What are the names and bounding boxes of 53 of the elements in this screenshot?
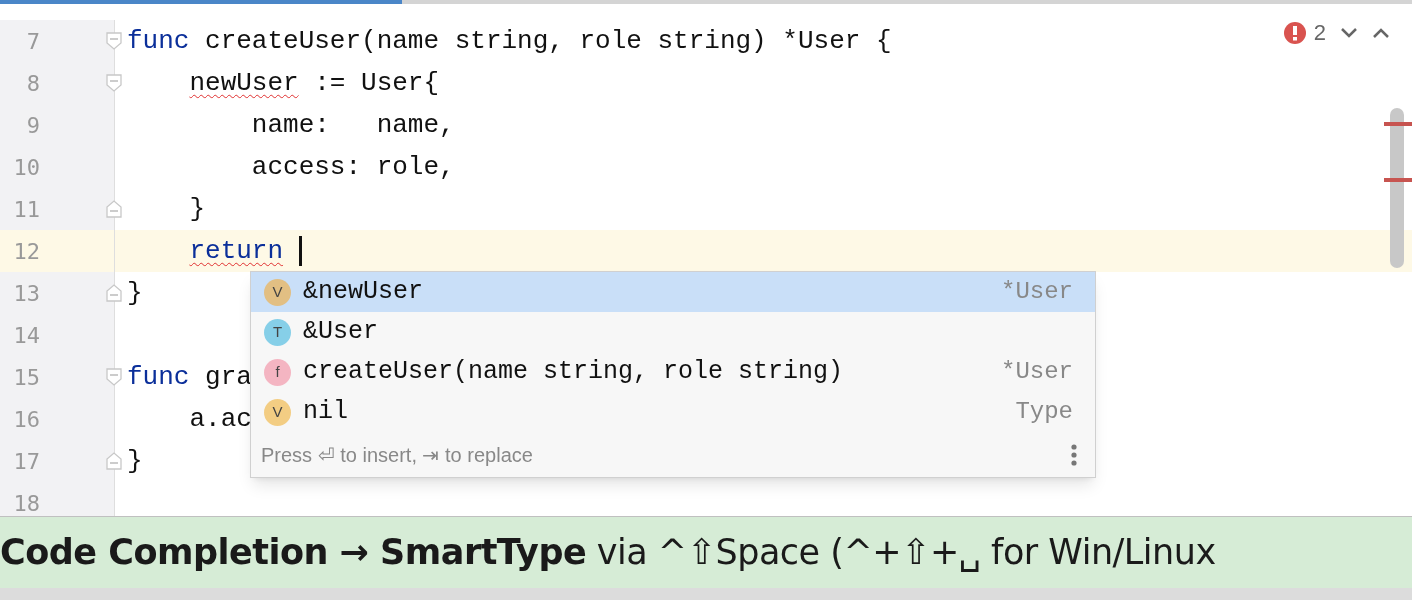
type-label: *User [1001, 357, 1073, 387]
completion-label: createUser(name string, role string) [303, 356, 844, 389]
completion-label: &User [303, 316, 378, 349]
line-number: 16 [12, 405, 40, 434]
fold-marker-icon[interactable] [106, 200, 122, 218]
code-line: access: role, [250, 150, 455, 184]
error-marker [1384, 122, 1412, 126]
error-icon[interactable] [1283, 21, 1306, 44]
line-number: 17 [12, 447, 40, 476]
line-number: 8 [25, 69, 40, 98]
hint-text: Press ⏎ to insert, ⇥ to replace [261, 442, 533, 468]
completion-label: &newUser [303, 276, 424, 309]
line-number: 12 [12, 237, 40, 266]
line-number: 10 [12, 153, 40, 182]
fold-marker-icon[interactable] [106, 32, 122, 50]
fold-marker-icon[interactable] [106, 74, 122, 92]
kind-icon: T [264, 318, 291, 346]
line-number: 18 [12, 489, 40, 518]
error-marker [1384, 178, 1412, 182]
code-line: } [127, 444, 143, 478]
line-number: 11 [12, 195, 40, 224]
fold-marker-icon[interactable] [106, 284, 122, 302]
chevron-down-icon[interactable] [1340, 26, 1358, 39]
scrollbar[interactable] [1390, 108, 1404, 268]
completion-label: nil [303, 396, 348, 429]
code-line: a.ac [188, 402, 252, 436]
fold-marker-icon[interactable] [106, 368, 122, 386]
code-line: newUser := User{ [188, 66, 440, 100]
code-line: } [127, 276, 143, 310]
kind-icon: f [264, 358, 291, 386]
line-number: 14 [12, 321, 40, 350]
line-number: 15 [12, 363, 40, 392]
code-line: func gra [127, 360, 252, 394]
code-line: return [188, 234, 284, 268]
fold-marker-icon[interactable] [106, 452, 122, 470]
problem-count: 2 [1313, 19, 1326, 47]
line-number: 7 [25, 27, 40, 56]
line-number: 9 [25, 111, 40, 140]
code-line: func createUser(name string, role string) *User { [127, 24, 892, 58]
line-number: 13 [12, 279, 40, 308]
completion-item[interactable]: V nil Type [251, 392, 1095, 432]
completion-item[interactable]: V &newUser *User [251, 272, 1095, 312]
more-icon[interactable] [1071, 443, 1077, 466]
type-label: *User [1001, 277, 1073, 307]
chevron-up-icon[interactable] [1372, 26, 1390, 39]
kind-icon: V [264, 398, 291, 426]
code-line: name: name, [250, 108, 455, 142]
type-label: Type [1015, 397, 1073, 427]
kind-icon: V [264, 278, 291, 306]
code-line: } [188, 192, 206, 226]
completion-item[interactable]: f createUser(name string, role string) *User [251, 352, 1095, 392]
banner-text: Code Completion → SmartType via ^⇧Space (^+⇧+␣ for Win/Linux [0, 531, 1216, 575]
completion-item[interactable]: T &User [251, 312, 1095, 352]
